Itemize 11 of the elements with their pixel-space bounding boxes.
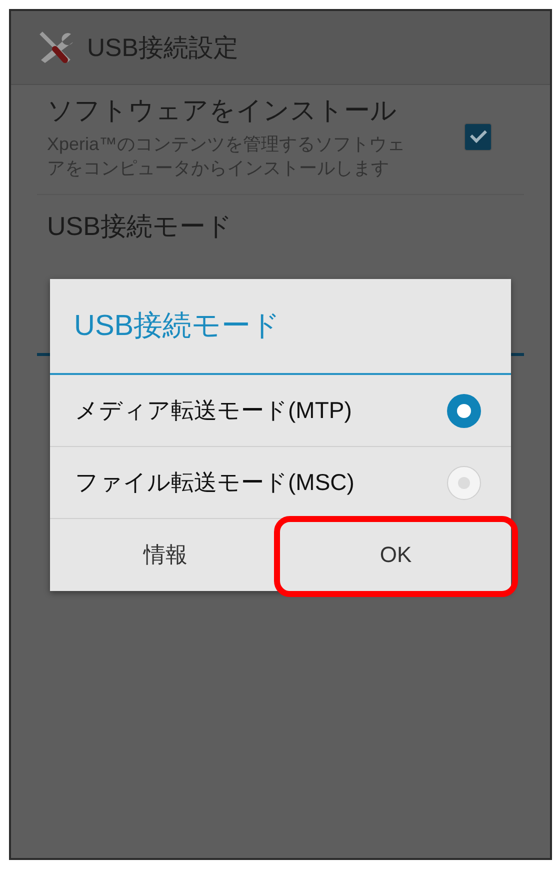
- mode-option[interactable]: ファイル転送モード(MSC): [50, 447, 511, 519]
- setting-title: USB接続モード: [47, 210, 232, 243]
- mode-option[interactable]: メディア転送モード(MTP): [50, 375, 511, 447]
- dialog-button[interactable]: 情報: [50, 519, 280, 591]
- radio-button[interactable]: [447, 394, 481, 428]
- dialog-button[interactable]: OK: [280, 519, 511, 591]
- radio-button[interactable]: [447, 466, 481, 500]
- dialog-title: USB接続モード: [50, 279, 511, 375]
- checkbox[interactable]: [464, 122, 492, 150]
- app-bar-title: USB接続設定: [87, 33, 238, 64]
- setting-title: ソフトウェアをインストール: [47, 94, 398, 127]
